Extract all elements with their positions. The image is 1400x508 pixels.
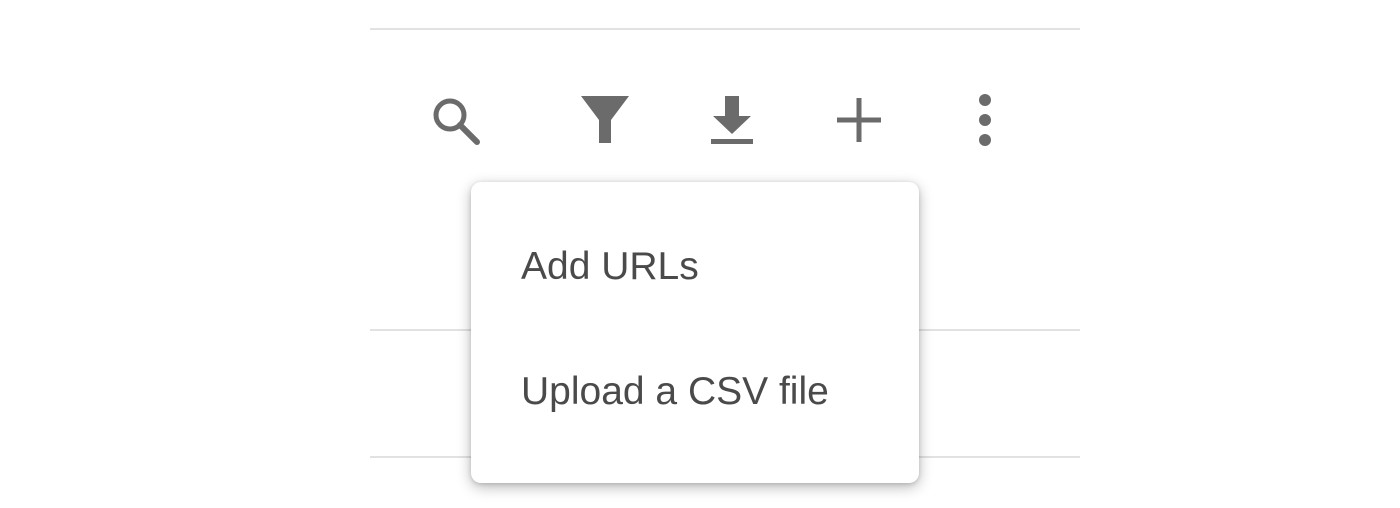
add-dropdown-menu: Add URLs Upload a CSV file [471,182,919,483]
search-icon [433,98,480,145]
search-button[interactable] [422,88,486,152]
more-vert-icon [979,94,991,146]
menu-item-label: Upload a CSV file [521,370,829,413]
add-button[interactable] [827,88,891,152]
more-options-button[interactable] [953,88,1017,152]
menu-item-label: Add URLs [521,245,699,288]
table-divider-top [370,28,1080,30]
filter-icon [581,96,629,143]
download-button[interactable] [700,88,764,152]
menu-item-add-urls[interactable]: Add URLs [471,219,919,315]
add-icon [837,98,881,142]
menu-item-upload-csv[interactable]: Upload a CSV file [471,344,919,440]
download-icon [711,96,753,144]
filter-button[interactable] [573,88,637,152]
